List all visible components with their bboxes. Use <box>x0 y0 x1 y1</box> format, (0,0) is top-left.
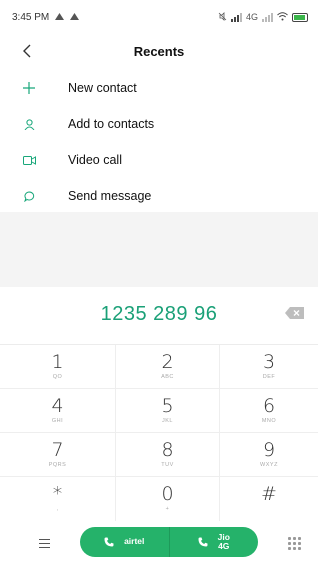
send-message-action[interactable]: Send message <box>0 178 318 214</box>
key-digit: 5 <box>161 394 174 417</box>
person-icon <box>0 118 68 130</box>
sim2-label-line2: 4G <box>218 541 230 551</box>
action-label: New contact <box>68 81 137 95</box>
backspace-button[interactable] <box>284 305 306 321</box>
dialpad-icon <box>297 546 301 550</box>
signal-icon <box>262 12 273 22</box>
key-5[interactable]: 5 JKL <box>116 389 220 433</box>
menu-icon <box>38 538 50 540</box>
key-0[interactable]: 0 + <box>116 477 220 521</box>
key-letters: JKL <box>162 417 173 424</box>
call-buttons: airtel Jio 4G <box>80 527 258 557</box>
key-6[interactable]: 6 MNO <box>220 389 318 433</box>
action-list: New contact Add to contacts Video call S… <box>0 70 318 214</box>
key-letters: QO <box>52 373 63 380</box>
suggestions-area <box>0 212 318 287</box>
page-title: Recents <box>133 43 185 59</box>
menu-icon <box>38 546 50 548</box>
action-label: Add to contacts <box>68 117 155 131</box>
number-display-row: 1235 289 96 <box>0 290 318 338</box>
key-7[interactable]: 7 PQRS <box>0 433 116 477</box>
call-sim2-button[interactable]: Jio 4G <box>169 527 258 557</box>
key-letters: WXYZ <box>260 461 278 468</box>
mute-icon <box>218 11 227 23</box>
dialed-number[interactable]: 1235 289 96 <box>101 303 218 326</box>
status-bar: 3:45 PM 4G <box>0 0 318 34</box>
key-3[interactable]: 3 DEF <box>220 345 318 389</box>
dialpad-toggle-button[interactable] <box>286 535 302 551</box>
key-letters: PQRS <box>48 461 67 468</box>
key-2[interactable]: 2 ABC <box>116 345 220 389</box>
wifi-icon <box>277 11 288 23</box>
key-digit: 3 <box>262 350 276 373</box>
key-digit: 0 <box>161 483 174 505</box>
key-digit: 1 <box>51 350 64 373</box>
back-button[interactable] <box>14 38 40 64</box>
key-8[interactable]: 8 TUV <box>116 433 220 477</box>
dialpad-icon <box>292 536 296 540</box>
key-digit: 2 <box>161 350 174 373</box>
plus-icon <box>0 82 68 94</box>
chat-bubble-icon <box>0 190 68 202</box>
menu-icon <box>38 542 50 544</box>
notification-icon <box>55 12 65 23</box>
video-icon <box>0 155 68 165</box>
phone-icon <box>104 537 114 547</box>
phone-icon <box>198 537 208 547</box>
call-sim1-button[interactable]: airtel <box>80 527 170 557</box>
key-star[interactable]: *, <box>0 477 116 521</box>
key-digit: 4 <box>51 394 64 417</box>
keypad: 1 QO 2 ABC 3 DEF 4 GHI 5 JKL 6 MNO 7 PQRS 8 TUV … <box>0 344 318 521</box>
key-letters: + <box>165 506 170 512</box>
key-digit: * <box>52 483 63 505</box>
key-digit: 6 <box>262 394 276 417</box>
key-digit: 8 <box>161 438 174 461</box>
key-letters: MNO <box>261 417 277 424</box>
key-9[interactable]: 9 WXYZ <box>220 433 318 477</box>
network-type: 4G <box>245 12 258 22</box>
dialpad-icon <box>292 541 296 545</box>
action-label: Send message <box>68 189 152 203</box>
sim1-label: airtel <box>124 536 145 547</box>
backspace-icon <box>285 307 304 319</box>
key-hash[interactable]: # <box>220 477 318 521</box>
notification-icon <box>70 12 80 23</box>
key-digit: # <box>261 483 277 505</box>
key-digit: 9 <box>262 438 276 461</box>
action-label: Video call <box>68 153 122 167</box>
status-right: 4G <box>218 11 308 23</box>
dialpad-icon <box>287 546 291 550</box>
header: Recents <box>0 34 318 68</box>
new-contact-action[interactable]: New contact <box>0 70 318 106</box>
menu-button[interactable] <box>32 533 56 553</box>
dialpad-icon <box>292 546 296 550</box>
key-letters: , <box>56 506 59 512</box>
sim2-label: Jio 4G <box>218 532 230 552</box>
key-letters: DEF <box>262 373 276 380</box>
key-digit: 7 <box>51 438 64 461</box>
add-to-contacts-action[interactable]: Add to contacts <box>0 106 318 142</box>
dialpad-icon <box>297 541 301 545</box>
dialpad-icon <box>287 536 291 540</box>
battery-icon <box>292 12 308 22</box>
key-letters: TUV <box>161 461 174 468</box>
video-call-action[interactable]: Video call <box>0 142 318 178</box>
dialpad-icon <box>287 541 291 545</box>
key-4[interactable]: 4 GHI <box>0 389 116 433</box>
key-1[interactable]: 1 QO <box>0 345 116 389</box>
key-letters: GHI <box>51 417 64 424</box>
bottom-bar: airtel Jio 4G <box>0 523 318 563</box>
key-letters: ABC <box>161 373 174 380</box>
status-time: 3:45 PM <box>12 11 50 23</box>
chevron-left-icon <box>23 44 31 58</box>
signal-icon <box>230 12 242 22</box>
status-left: 3:45 PM <box>12 11 80 23</box>
dialpad-icon <box>297 536 301 540</box>
